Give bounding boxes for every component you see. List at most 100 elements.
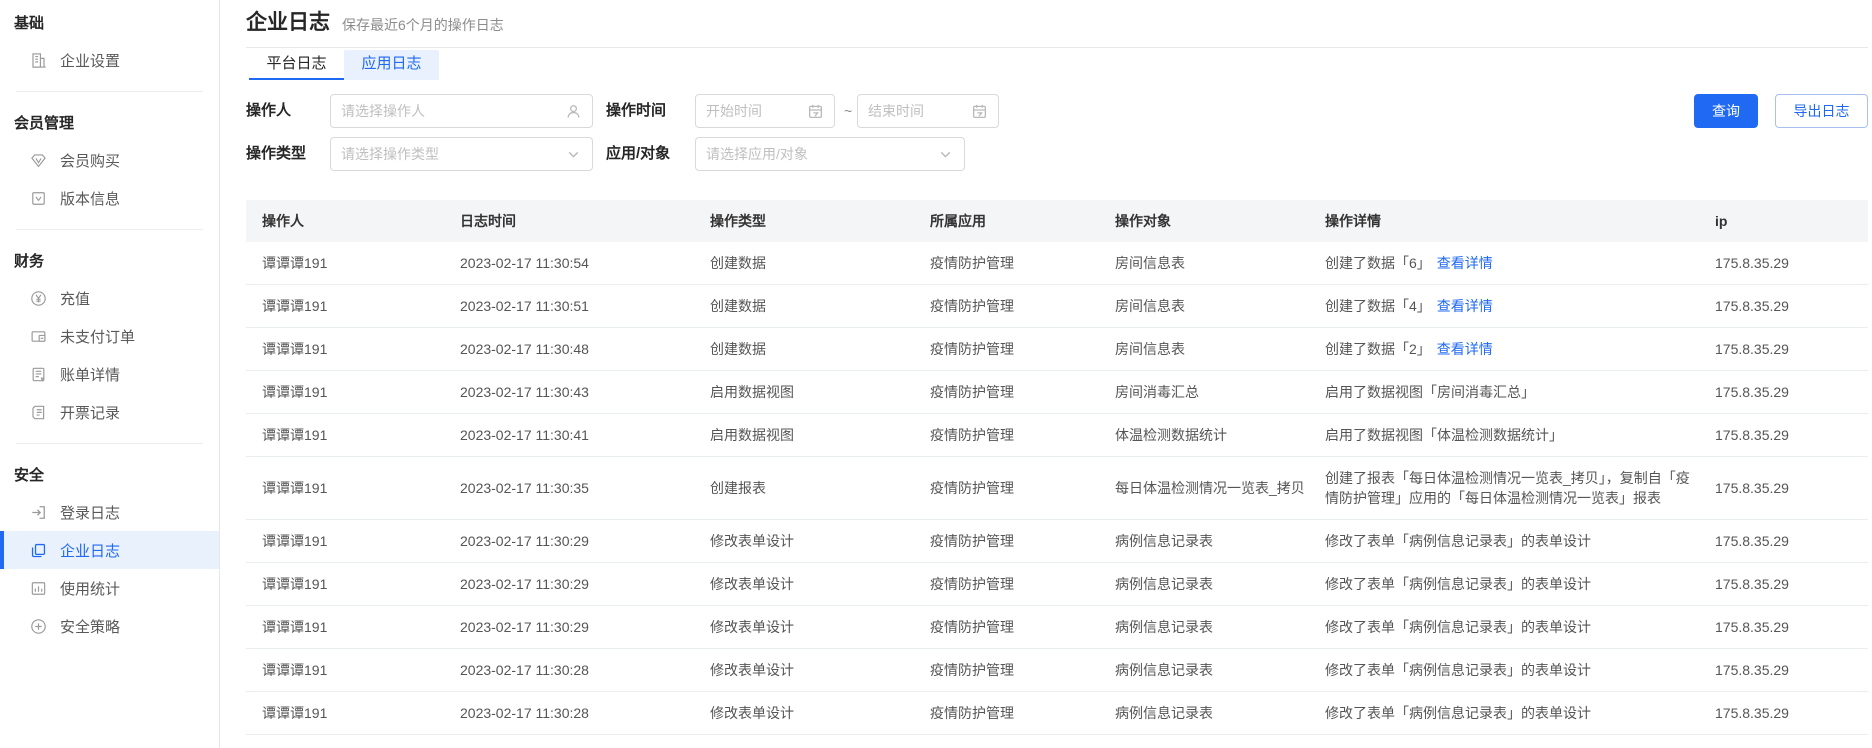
sidebar-item-login-log[interactable]: 登录日志 bbox=[0, 493, 219, 531]
table-row: 谭谭谭1912023-02-17 11:30:29修改表单设计疫情防护管理病例信… bbox=[246, 563, 1868, 606]
sidebar-item-unpaid-orders[interactable]: 未支付订单 bbox=[0, 317, 219, 355]
cell-log-time: 2023-02-17 11:30:48 bbox=[460, 328, 710, 371]
cell-detail: 修改了表单「病例信息记录表」的表单设计 bbox=[1325, 692, 1715, 735]
sidebar-item-version-info[interactable]: 版本信息 bbox=[0, 179, 219, 217]
cell-log-time: 2023-02-17 11:30:54 bbox=[460, 242, 710, 285]
operator-placeholder: 请选择操作人 bbox=[341, 101, 425, 121]
sidebar-item-label: 会员购买 bbox=[60, 150, 120, 171]
sidebar-item-label: 账单详情 bbox=[60, 364, 120, 385]
table-row: 谭谭谭1912023-02-17 11:30:41启用数据视图疫情防护管理体温检… bbox=[246, 414, 1868, 457]
column-header: 日志时间 bbox=[460, 200, 710, 242]
cell-detail: 创建了数据「6」查看详情 bbox=[1325, 242, 1715, 285]
cell-app: 疫情防护管理 bbox=[930, 520, 1115, 563]
cell-operator: 谭谭谭191 bbox=[246, 606, 460, 649]
cell-object: 房间信息表 bbox=[1115, 328, 1325, 371]
cell-operator: 谭谭谭191 bbox=[246, 285, 460, 328]
view-detail-link[interactable]: 查看详情 bbox=[1437, 298, 1493, 314]
cell-app: 疫情防护管理 bbox=[930, 692, 1115, 735]
enterprise-log-page: 基础企业设置会员管理会员购买版本信息财务充值未支付订单账单详情开票记录安全登录日… bbox=[0, 0, 1872, 748]
enterprise-log-icon bbox=[30, 542, 47, 559]
cell-log-time: 2023-02-17 11:30:43 bbox=[460, 371, 710, 414]
time-label: 操作时间 bbox=[606, 94, 666, 128]
start-time-input[interactable]: 开始时间 bbox=[695, 94, 835, 128]
export-log-button[interactable]: 导出日志 bbox=[1775, 94, 1868, 128]
building-icon bbox=[30, 52, 47, 69]
table-row: 谭谭谭1912023-02-17 11:30:43启用数据视图疫情防护管理房间消… bbox=[246, 371, 1868, 414]
sidebar-item-label: 企业日志 bbox=[60, 540, 120, 561]
end-time-input[interactable]: 结束时间 bbox=[857, 94, 999, 128]
sidebar-item-enterprise-settings[interactable]: 企业设置 bbox=[0, 41, 219, 79]
cell-log-time: 2023-02-17 11:30:28 bbox=[460, 692, 710, 735]
cell-operator: 谭谭谭191 bbox=[246, 457, 460, 520]
chevron-down-icon bbox=[565, 146, 582, 163]
recharge-yen-icon bbox=[30, 290, 47, 307]
cell-type: 启用数据视图 bbox=[710, 371, 930, 414]
sidebar-item-member-purchase[interactable]: 会员购买 bbox=[0, 141, 219, 179]
unpaid-order-icon bbox=[30, 328, 47, 345]
invoice-record-icon bbox=[30, 404, 47, 421]
operator-input[interactable]: 请选择操作人 bbox=[330, 94, 593, 128]
cell-operator: 谭谭谭191 bbox=[246, 242, 460, 285]
tab-bar: 平台日志应用日志 bbox=[249, 50, 439, 80]
cell-app: 疫情防护管理 bbox=[930, 328, 1115, 371]
sidebar-item-security-policy[interactable]: 安全策略 bbox=[0, 607, 219, 645]
sidebar-section-title-security: 安全 bbox=[0, 456, 219, 493]
table-row: 谭谭谭1912023-02-17 11:30:29修改表单设计疫情防护管理病例信… bbox=[246, 520, 1868, 563]
sidebar-item-invoice-records[interactable]: 开票记录 bbox=[0, 393, 219, 431]
sidebar-section-divider bbox=[16, 443, 203, 444]
table-row: 谭谭谭1912023-02-17 11:30:54创建数据疫情防护管理房间信息表… bbox=[246, 242, 1868, 285]
security-policy-icon bbox=[30, 618, 47, 635]
page-subtitle: 保存最近6个月的操作日志 bbox=[342, 14, 504, 36]
sidebar-section-title-basic: 基础 bbox=[0, 4, 219, 41]
cell-detail: 启用了数据视图「房间消毒汇总」 bbox=[1325, 371, 1715, 414]
column-header: 所属应用 bbox=[930, 200, 1115, 242]
cell-type: 创建数据 bbox=[710, 285, 930, 328]
view-detail-link[interactable]: 查看详情 bbox=[1437, 255, 1493, 271]
log-table: 操作人日志时间操作类型所属应用操作对象操作详情ip 谭谭谭1912023-02-… bbox=[246, 200, 1868, 735]
tab-platform-log[interactable]: 平台日志 bbox=[249, 50, 344, 80]
tab-app-log[interactable]: 应用日志 bbox=[344, 50, 439, 80]
cell-type: 修改表单设计 bbox=[710, 692, 930, 735]
column-header: 操作对象 bbox=[1115, 200, 1325, 242]
sidebar-item-label: 版本信息 bbox=[60, 188, 120, 209]
cell-app: 疫情防护管理 bbox=[930, 242, 1115, 285]
sidebar-item-label: 企业设置 bbox=[60, 50, 120, 71]
sidebar-item-bill-details[interactable]: 账单详情 bbox=[0, 355, 219, 393]
cell-type: 启用数据视图 bbox=[710, 414, 930, 457]
table-row: 谭谭谭1912023-02-17 11:30:51创建数据疫情防护管理房间信息表… bbox=[246, 285, 1868, 328]
detail-text: 修改了表单「病例信息记录表」的表单设计 bbox=[1325, 705, 1591, 721]
column-header: ip bbox=[1715, 200, 1868, 242]
page-header: 企业日志 保存最近6个月的操作日志 bbox=[246, 10, 504, 36]
app-object-select[interactable]: 请选择应用/对象 bbox=[695, 137, 965, 171]
sidebar-item-label: 安全策略 bbox=[60, 616, 120, 637]
cell-log-time: 2023-02-17 11:30:29 bbox=[460, 563, 710, 606]
cell-log-time: 2023-02-17 11:30:29 bbox=[460, 520, 710, 563]
cell-type: 修改表单设计 bbox=[710, 563, 930, 606]
cell-detail: 创建了数据「2」查看详情 bbox=[1325, 328, 1715, 371]
start-time-placeholder: 开始时间 bbox=[706, 101, 762, 121]
cell-ip: 175.8.35.29 bbox=[1715, 371, 1868, 414]
type-placeholder: 请选择操作类型 bbox=[341, 144, 439, 164]
calendar-icon bbox=[807, 103, 824, 120]
cell-operator: 谭谭谭191 bbox=[246, 649, 460, 692]
detail-text: 启用了数据视图「房间消毒汇总」 bbox=[1325, 384, 1535, 400]
view-detail-link[interactable]: 查看详情 bbox=[1437, 341, 1493, 357]
usage-stats-icon bbox=[30, 580, 47, 597]
type-select[interactable]: 请选择操作类型 bbox=[330, 137, 593, 171]
sidebar-item-recharge[interactable]: 充值 bbox=[0, 279, 219, 317]
cell-type: 修改表单设计 bbox=[710, 606, 930, 649]
login-log-icon bbox=[30, 504, 47, 521]
cell-type: 修改表单设计 bbox=[710, 649, 930, 692]
sidebar-item-usage-stats[interactable]: 使用统计 bbox=[0, 569, 219, 607]
sidebar-item-label: 充值 bbox=[60, 288, 90, 309]
sidebar-item-enterprise-log[interactable]: 企业日志 bbox=[0, 531, 219, 569]
sidebar: 基础企业设置会员管理会员购买版本信息财务充值未支付订单账单详情开票记录安全登录日… bbox=[0, 0, 220, 748]
cell-object: 病例信息记录表 bbox=[1115, 606, 1325, 649]
cell-operator: 谭谭谭191 bbox=[246, 520, 460, 563]
cell-app: 疫情防护管理 bbox=[930, 649, 1115, 692]
cell-ip: 175.8.35.29 bbox=[1715, 457, 1868, 520]
user-icon bbox=[565, 103, 582, 120]
title-divider bbox=[246, 47, 1868, 48]
query-button[interactable]: 查询 bbox=[1694, 94, 1758, 128]
cell-ip: 175.8.35.29 bbox=[1715, 606, 1868, 649]
